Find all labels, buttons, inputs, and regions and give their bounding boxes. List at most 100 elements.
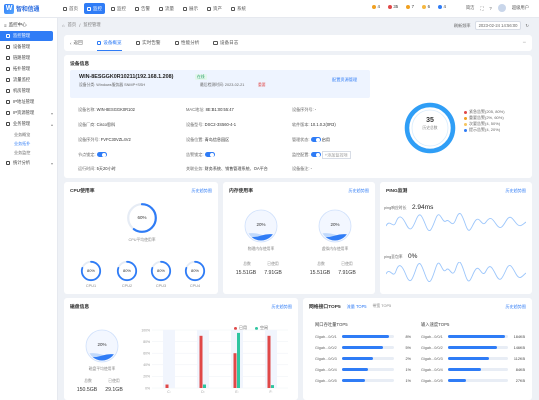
field-alarm-lock: 告警锁定: [186,152,215,158]
monitor-toggle[interactable] [310,152,321,158]
field-value: 启用 [321,137,330,142]
alert-counter[interactable]: 4 [372,4,380,9]
tab-performance[interactable]: 性能分析 [174,35,199,51]
chevron-left-icon: ‹ [70,40,72,46]
home-icon[interactable]: ⌂ [62,23,65,28]
tab-traffic-top5[interactable]: 流量 TOP5 [347,304,367,310]
alert-counters: 4 35 7 6 4 [372,4,446,9]
alert-counter[interactable]: 35 [387,4,398,9]
assets-icon [207,6,211,11]
alert-counter[interactable]: 4 [437,4,446,9]
config-link[interactable]: 配置资源管理 [332,77,357,83]
sidebar-item-monitor[interactable]: 监控管理 [0,31,53,41]
cpu-main-label: CPU平均使用率 [128,238,156,242]
refresh-icon[interactable]: ↻ [525,23,529,28]
nav-label: 展示 [189,5,198,11]
nav-display[interactable]: 展示 [180,3,201,14]
alert-count: 4 [443,4,446,9]
nav-assets[interactable]: 资产 [204,3,225,14]
legend-item: 提示告警(4, 20%) [464,127,505,133]
warning-icon [372,4,376,9]
date-display[interactable]: 2023-02-24 14:56:00 [474,21,522,30]
sidebar-item-link[interactable]: 链路管理 [0,53,57,63]
physical-memory-label: 物理内存使用率 [247,247,275,251]
legend-dot [464,128,467,132]
back-label: 返回 [73,40,83,45]
user-name[interactable]: 超级用户 [512,5,529,11]
fullscreen-icon[interactable]: ⛶ [480,6,483,11]
bar-row: Gigab...0/0/3 2% [315,353,411,364]
sidebar-item-ip-resource[interactable]: IP资源管理 ▾ [0,108,57,118]
sidebar-item-traffic[interactable]: 流量监控 [0,75,57,85]
history-link[interactable]: 历史趋势图 [349,188,369,194]
tab-alerts[interactable]: 实时告警 [135,35,161,51]
sidebar-item-business[interactable]: 业务管理 ▴ [0,119,57,129]
chevron-up-icon: ▴ [50,121,53,127]
breadcrumb-home[interactable]: 首页 [68,22,77,28]
card-head: PING监测 历史趋势图 [380,182,532,195]
bar-row-value: 5% [405,345,412,350]
mode-switch[interactable]: 简洁 [466,5,475,11]
card-head: CPU使用率 历史趋势图 [64,182,218,195]
alert-counter[interactable]: 7 [406,4,414,9]
tab-bandwidth-top5[interactable]: 带宽 TOP5 [373,304,392,309]
sidebar-item-device[interactable]: 设备管理 [0,42,57,52]
latency-sparkline [386,213,526,231]
link-icon [6,56,10,60]
home-icon [63,6,67,11]
history-link[interactable]: 历史趋势图 [506,304,526,310]
add-monitor-button[interactable]: +添加监控项 [321,150,351,159]
nav-alarm[interactable]: 告警 [132,3,153,14]
bar-空闲[interactable] [203,384,206,388]
bar-已用[interactable] [233,353,237,388]
sidebar-sub-monitor[interactable]: 业务监控 [0,148,57,157]
sidebar-item-label: 流量监控 [13,77,31,82]
minor-icon [422,4,427,9]
bar-空闲[interactable] [237,332,240,388]
latency-label: ping响应时长 [384,206,407,210]
used-label: 已使用 [341,262,353,266]
bar-已用[interactable] [199,335,203,388]
sidebar-item-ip[interactable]: IP地址管理 [0,97,57,107]
sidebar-sub-overview[interactable]: 业务概览 [0,130,57,139]
bar-row-value: 184KB [513,334,525,339]
tab-logs[interactable]: 设备日志 [213,35,238,51]
node-lock-toggle[interactable] [96,152,107,158]
bar-空闲[interactable] [271,385,274,388]
sidebar-title[interactable]: ≡ 监控中心 [0,20,57,30]
nav-system[interactable]: 系统 [228,3,249,14]
sidebar-item-room[interactable]: 机房管理 [0,86,57,96]
avatar[interactable] [497,4,506,12]
sidebar-sub-topology[interactable]: 业务拓扑 [0,139,57,148]
collapse-icon[interactable]: − [522,40,526,46]
alarm-lock-toggle[interactable] [204,152,215,158]
logo[interactable]: W 智和信通 [0,3,58,14]
bar-row-value: 1% [405,378,412,383]
refresh-label[interactable]: 刷新频率 [454,23,471,29]
nav-monitor-active[interactable]: 监控 [84,3,105,14]
nav-monitor[interactable]: 监控 [108,3,129,14]
bar-fill [448,357,489,360]
gear-icon [231,6,235,11]
history-link[interactable]: 历史趋势图 [272,304,292,310]
cpu-card: CPU使用率 历史趋势图 60% CPU平均使用率 80% CPU1 80% CP… [64,182,218,294]
nav-home[interactable]: 首页 [60,3,81,14]
back-button[interactable]: ‹ 返回 [70,35,83,51]
sidebar-item-stats[interactable]: 统计分析 ▾ [0,158,57,168]
field-value[interactable]: 财务系统、销售管理系统、OA平台 [205,166,268,171]
category-band [163,330,175,388]
alert-counter[interactable]: 6 [422,4,430,9]
bar-fill [342,346,383,349]
help-icon[interactable]: ? [489,6,491,11]
bar-track [448,379,508,382]
bar-fill [342,379,366,382]
field-key: 运行时间 [78,166,95,171]
bar-已用[interactable] [165,384,169,388]
tab-overview[interactable]: 设备概览 [96,35,122,51]
bar-已用[interactable] [267,335,271,388]
history-link[interactable]: 历史趋势图 [506,188,526,194]
manage-toggle[interactable] [310,137,321,143]
history-link[interactable]: 历史趋势图 [192,188,212,194]
sidebar-item-topology[interactable]: 拓扑管理 [0,64,57,74]
nav-traffic[interactable]: 流量 [156,3,177,14]
